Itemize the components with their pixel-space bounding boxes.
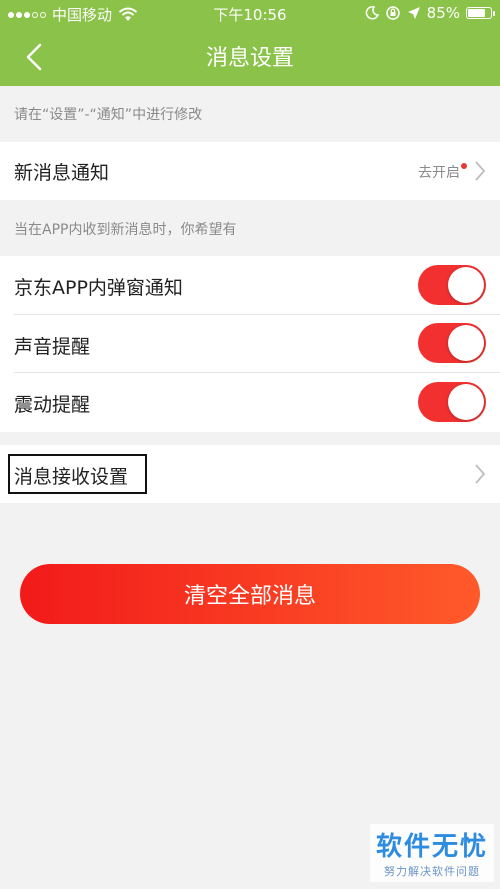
annotation-highlight-box (8, 454, 147, 494)
battery-fill (468, 9, 485, 17)
location-icon (407, 7, 420, 19)
unread-dot-icon (461, 163, 467, 169)
divider (14, 372, 500, 373)
popup-notification-toggle[interactable] (418, 265, 486, 305)
battery-percent: 85% (426, 4, 460, 22)
watermark-subtitle: 努力解决软件问题 (384, 865, 480, 878)
battery-icon (466, 7, 495, 19)
clear-all-messages-button[interactable]: 清空全部消息 (20, 564, 480, 624)
enable-link[interactable]: 去开启 (418, 162, 460, 182)
vibration-alert-toggle[interactable] (418, 382, 486, 422)
in-app-hint: 当在APP内收到新消息时，你希望有 (14, 222, 237, 238)
nav-bar: 消息设置 (0, 28, 500, 86)
new-message-notification-label: 新消息通知 (14, 162, 110, 184)
status-right: 85% (365, 4, 495, 22)
moon-icon (365, 6, 379, 20)
watermark-title: 软件无忧 (375, 832, 488, 862)
divider (14, 314, 500, 315)
vibration-alert-label: 震动提醒 (14, 394, 91, 416)
new-message-notification-row[interactable]: 新消息通知 去开启 (0, 142, 500, 200)
toggle-group: 京东APP内弹窗通知 声音提醒 震动提醒 (0, 256, 500, 432)
status-bar: 中国移动 下午10:56 85% (0, 0, 500, 28)
sound-alert-label: 声音提醒 (14, 336, 91, 358)
toggle-knob (448, 267, 484, 303)
watermark-logo: 软件无忧 努力解决软件问题 (370, 824, 494, 882)
sound-alert-toggle[interactable] (418, 323, 486, 363)
rotation-lock-icon (385, 6, 400, 20)
toggle-knob (448, 384, 484, 420)
header: 中国移动 下午10:56 85% 消息设置 (0, 0, 500, 86)
chevron-right-icon (475, 464, 486, 484)
popup-notification-label: 京东APP内弹窗通知 (14, 277, 183, 299)
toggle-knob (448, 325, 484, 361)
system-settings-hint: 请在“设置”-“通知”中进行修改 (14, 107, 203, 123)
chevron-right-icon (475, 161, 486, 181)
page-title: 消息设置 (205, 46, 294, 71)
